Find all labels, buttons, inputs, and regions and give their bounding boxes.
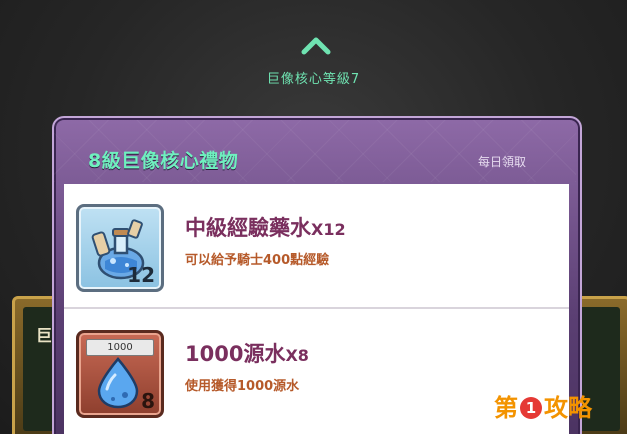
item-name-text: 1000源水 [185, 342, 286, 366]
chevron-up-icon[interactable] [299, 34, 333, 56]
item-name-text: 中級經驗藥水 [185, 216, 311, 240]
site-watermark: 第 1 攻略 [494, 388, 592, 422]
item-quantity: X12 [311, 220, 346, 239]
game-screen: 巨像核心等級7 巨 8級巨像核心禮物 每日領取 12 中級經驗藥水X12 可以給… [0, 0, 627, 434]
item-description: 可以給予騎士400點經驗 [185, 253, 330, 268]
item-name: 中級經驗藥水X12 [185, 212, 346, 242]
water-drop-icon: 1000 8 [76, 330, 164, 418]
gift-panel-title: 8級巨像核心禮物 [88, 150, 239, 172]
core-level-label: 巨像核心等級7 [266, 72, 361, 87]
reward-item[interactable]: 12 中級經驗藥水X12 可以給予騎士400點經驗 [64, 184, 569, 302]
row-divider [64, 307, 569, 309]
item-count: 12 [127, 263, 155, 287]
watermark-number: 1 [520, 397, 542, 419]
watermark-right: 攻略 [544, 394, 592, 422]
watermark-left: 第 [494, 394, 518, 422]
side-card-left-label: 巨 [36, 326, 53, 345]
item-name: 1000源水X8 [185, 338, 309, 368]
daily-claim-label: 每日領取 [478, 155, 527, 169]
potion-bottles-icon: 12 [76, 204, 164, 292]
item-count: 8 [141, 389, 155, 413]
item-quantity: X8 [285, 346, 309, 365]
item-description: 使用獲得1000源水 [185, 379, 300, 394]
